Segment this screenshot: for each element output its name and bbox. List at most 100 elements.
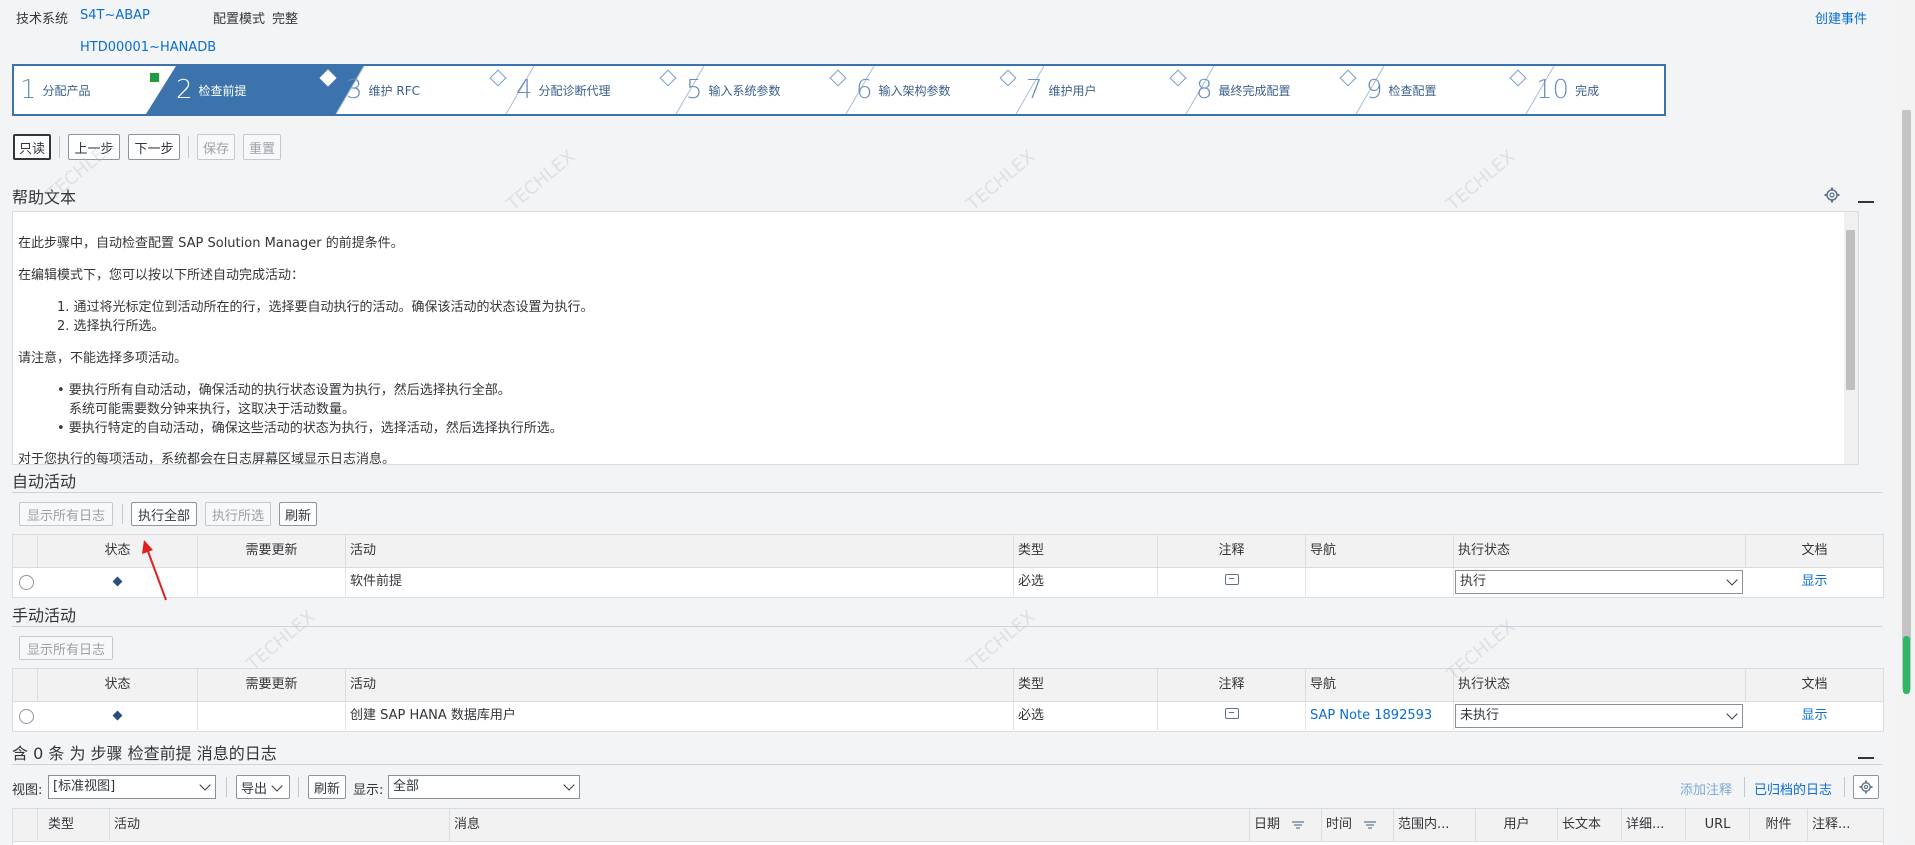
watermark: TECHLEX <box>502 146 580 215</box>
step-number: 1 <box>20 75 37 105</box>
step-label: 输入架构参数 <box>878 83 951 98</box>
step-label: 检查前提 <box>198 83 247 98</box>
col-nav: 导航 <box>1306 669 1454 701</box>
filter-icon <box>1292 820 1305 829</box>
execute-selected-button[interactable]: 执行所选 <box>205 502 271 526</box>
step-number: 8 <box>1196 75 1213 105</box>
scrollbar-thumb[interactable] <box>1846 230 1855 390</box>
col-detail: 详细... <box>1622 809 1686 841</box>
step-label: 分配诊断代理 <box>538 83 611 98</box>
archived-log-link[interactable]: 已归档的日志 <box>1754 779 1832 798</box>
doc-link[interactable]: 显示 <box>1746 568 1883 596</box>
col-nav: 导航 <box>1306 535 1454 567</box>
wizard-step-10[interactable]: 10 完成 <box>1536 66 1599 114</box>
wizard-step-3[interactable]: 3 维护 RFC <box>346 66 420 114</box>
toolbar-separator <box>1744 777 1745 797</box>
col-doc: 文档 <box>1801 677 1828 692</box>
wizard-step-8[interactable]: 8 最终完成配置 <box>1196 66 1291 114</box>
chevron-down-icon <box>1726 574 1738 586</box>
minimize-icon[interactable] <box>1858 201 1874 203</box>
create-event-link[interactable]: 创建事件 <box>1815 8 1867 27</box>
col-exec-status: 执行状态 <box>1454 669 1746 701</box>
show-all-logs-button[interactable]: 显示所有日志 <box>19 502 113 526</box>
col-url: URL <box>1686 809 1750 841</box>
row-select-radio[interactable] <box>19 575 34 590</box>
step-label: 完成 <box>1575 83 1600 98</box>
watermark: TECHLEX <box>962 606 1040 675</box>
refresh-button[interactable]: 刷新 <box>279 502 317 526</box>
view-label: 视图: <box>12 783 43 798</box>
view-dropdown[interactable]: [标准视图] <box>48 775 216 799</box>
config-mode-value: 完整 <box>272 12 299 27</box>
wizard-step-9[interactable]: 9 检查配置 <box>1366 66 1437 114</box>
auto-activities-title: 自动活动 <box>12 472 77 491</box>
toolbar-separator <box>59 136 60 158</box>
select-column <box>13 669 38 701</box>
chevron-down-icon <box>199 779 211 791</box>
help-text-panel: 在此步骤中，自动检查配置 SAP Solution Manager 的前提条件。… <box>12 211 1859 465</box>
help-scrollbar[interactable] <box>1844 212 1858 464</box>
sap-note-link[interactable]: SAP Note 1892593 <box>1306 702 1454 730</box>
col-time[interactable]: 时间 <box>1322 809 1394 841</box>
next-step-button[interactable]: 下一步 <box>128 134 180 160</box>
col-type: 类型 <box>1014 535 1158 567</box>
gear-icon[interactable] <box>1824 187 1840 203</box>
chevron-down-icon <box>563 779 575 791</box>
wizard-step-2[interactable]: 2 检查前提 <box>176 66 247 114</box>
help-line: 在编辑模式下，您可以按以下所述自动完成活动： <box>18 268 305 283</box>
divider <box>12 626 1882 627</box>
col-date[interactable]: 日期 <box>1250 809 1322 841</box>
activity-cell: 创建 SAP HANA 数据库用户 <box>346 702 1014 730</box>
step-number: 5 <box>686 75 703 105</box>
col-notes: 注释 <box>1158 669 1306 701</box>
log-refresh-button[interactable]: 刷新 <box>308 775 346 799</box>
prev-step-button[interactable]: 上一步 <box>68 134 120 160</box>
col-doc: 文档 <box>1801 543 1828 558</box>
log-table: 类型 活动 消息 日期 时间 范围内... 用户 长文本 详细... URL 附… <box>12 808 1884 845</box>
export-button[interactable]: 导出 <box>236 775 290 799</box>
col-notes: 注释 <box>1158 535 1306 567</box>
wizard-step-4[interactable]: 4 分配诊断代理 <box>516 66 611 114</box>
wizard-step-1[interactable]: 1 分配产品 <box>20 66 91 114</box>
note-icon[interactable] <box>1224 574 1239 585</box>
wizard-step-5[interactable]: 5 输入系统参数 <box>686 66 781 114</box>
show-all-logs-button[interactable]: 显示所有日志 <box>19 636 113 660</box>
execute-all-button[interactable]: 执行全部 <box>131 502 197 526</box>
note-icon[interactable] <box>1224 708 1239 719</box>
minimize-icon[interactable] <box>1858 757 1874 759</box>
scrollbar-thumb[interactable] <box>1902 110 1911 690</box>
col-activity: 活动 <box>110 809 450 841</box>
tech-system-db[interactable]: HTD00001~HANADB <box>80 40 216 55</box>
help-line: • 要执行特定的自动活动，确保这些活动的状态为执行，选择活动，然后选择执行所选。 <box>57 421 563 436</box>
page-scrollbar[interactable] <box>1898 0 1915 844</box>
reset-button[interactable]: 重置 <box>243 134 281 160</box>
nav-cell <box>1306 568 1454 596</box>
help-line: 在此步骤中，自动检查配置 SAP Solution Manager 的前提条件。 <box>18 236 404 251</box>
col-exec-status: 执行状态 <box>1454 535 1746 567</box>
type-cell: 必选 <box>1014 568 1158 596</box>
add-note-link[interactable]: 添加注释 <box>1680 779 1732 798</box>
status-diamond-icon <box>112 576 123 587</box>
exec-status-dropdown[interactable]: 执行 <box>1455 570 1743 594</box>
help-title: 帮助文本 <box>12 188 77 207</box>
settings-button[interactable] <box>1853 775 1879 799</box>
type-cell: 必选 <box>1014 702 1158 730</box>
readonly-button[interactable]: 只读 <box>13 134 51 160</box>
exec-status-value: 未执行 <box>1460 708 1500 723</box>
save-button[interactable]: 保存 <box>197 134 235 160</box>
wizard-step-6[interactable]: 6 输入架构参数 <box>856 66 951 114</box>
exec-status-dropdown[interactable]: 未执行 <box>1455 704 1743 728</box>
doc-link[interactable]: 显示 <box>1746 702 1883 730</box>
wizard-step-7[interactable]: 7 维护用户 <box>1026 66 1097 114</box>
watermark: TECHLEX <box>242 606 320 675</box>
row-select-radio[interactable] <box>19 709 34 724</box>
table-row[interactable]: 软件前提 必选 执行 显示 <box>13 568 1883 596</box>
table-header: 状态 需要更新 活动 类型 注释 导航 执行状态 文档 <box>13 535 1883 568</box>
table-row[interactable]: 创建 SAP HANA 数据库用户 必选 SAP Note 1892593 未执… <box>13 702 1883 730</box>
help-line: 对于您执行的每项活动，系统都会在日志屏幕区域显示日志消息。 <box>18 452 396 465</box>
show-dropdown[interactable]: 全部 <box>388 775 580 799</box>
filter-icon <box>1364 820 1377 829</box>
tech-system-value[interactable]: S4T~ABAP <box>80 8 150 23</box>
col-attachment: 附件 <box>1750 809 1808 841</box>
annotation-arrow <box>142 540 167 601</box>
